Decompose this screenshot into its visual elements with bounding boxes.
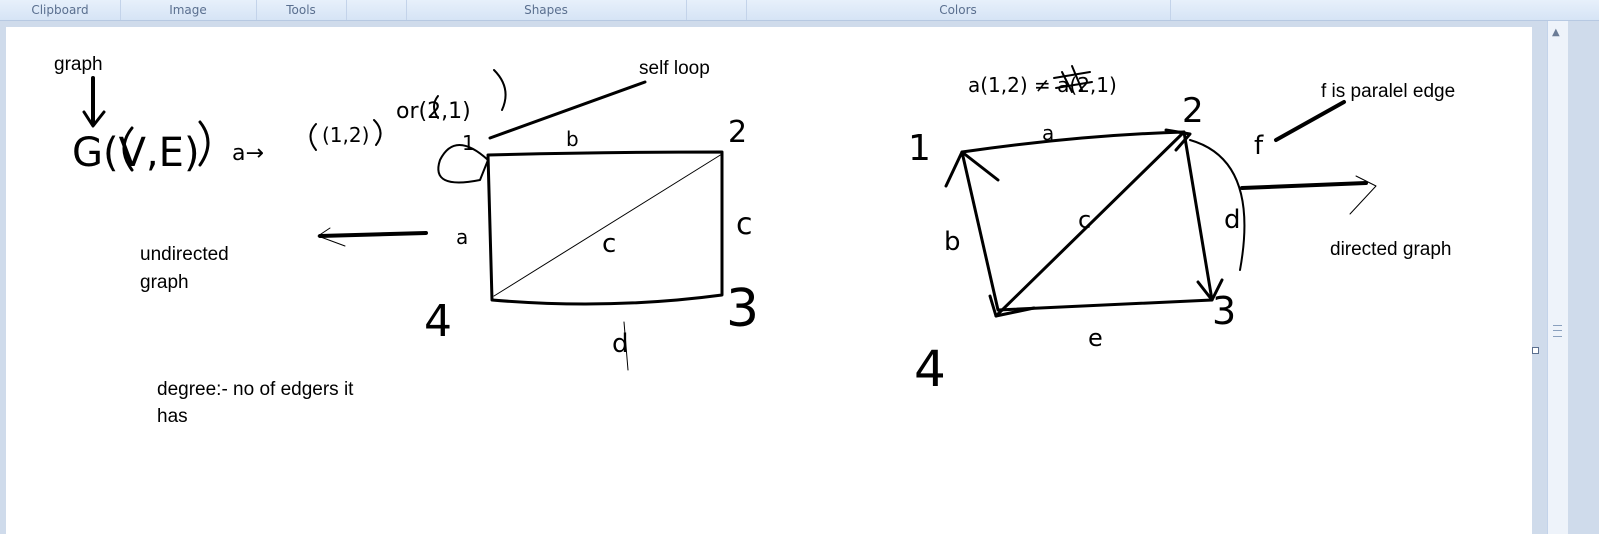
u-edge-b: b bbox=[566, 127, 579, 151]
u-node-1: 1 bbox=[462, 131, 475, 155]
u-edge-c-right: c bbox=[736, 207, 753, 242]
directed-arrowhead-node1 bbox=[944, 150, 1000, 188]
d-edge-b: b bbox=[944, 227, 961, 257]
d-node-1: 1 bbox=[908, 128, 931, 169]
u-edge-d: d bbox=[612, 329, 629, 359]
label-graph: graph bbox=[54, 54, 103, 75]
label-degree-has: has bbox=[157, 406, 188, 427]
u-edge-c-diag: c bbox=[602, 229, 616, 259]
hw-a-arrow: a→ bbox=[232, 141, 264, 166]
or-right-paren bbox=[493, 69, 507, 111]
label-parallel-edge: f is paralel edge bbox=[1321, 81, 1456, 102]
directed-pointer-arrow bbox=[1240, 181, 1368, 190]
right-paren bbox=[198, 120, 210, 167]
u-node-4: 4 bbox=[424, 296, 452, 347]
pair-right-paren bbox=[373, 119, 382, 146]
undirected-rectangle bbox=[486, 150, 724, 306]
d-node-3: 3 bbox=[1212, 289, 1236, 333]
pair-left-paren bbox=[309, 123, 317, 151]
hw-pair-12: (1,2) bbox=[322, 123, 369, 147]
d-edge-d: d bbox=[1224, 205, 1241, 235]
hw-or-21: or(2,1) bbox=[396, 99, 471, 124]
hw-g-letter: G(V,E) bbox=[72, 130, 200, 176]
d-edge-f: f bbox=[1254, 131, 1264, 161]
u-node-3: 3 bbox=[726, 279, 759, 339]
d-edge-e: e bbox=[1088, 324, 1103, 352]
d-edge-a: a bbox=[1042, 121, 1054, 145]
label-directed-graph: directed graph bbox=[1330, 239, 1452, 260]
label-undirected: undirected bbox=[140, 244, 229, 265]
d-node-4: 4 bbox=[914, 340, 946, 398]
u-edge-a: a bbox=[456, 225, 468, 249]
hw-pair-note: a(1,2) ≠ a(2,1) bbox=[968, 73, 1117, 97]
undirected-pointer-arrow bbox=[318, 231, 428, 238]
d-edge-c: c bbox=[1078, 206, 1091, 234]
parallel-edge-pointer-line bbox=[1274, 100, 1346, 142]
undirected-diagonal-edge-c bbox=[493, 153, 723, 297]
label-self-loop: self loop bbox=[639, 58, 710, 79]
label-undirected-graph: graph bbox=[140, 272, 189, 293]
u-node-2: 2 bbox=[728, 115, 747, 150]
label-degree: degree:- no of edgers it bbox=[157, 379, 354, 400]
d-node-2: 2 bbox=[1182, 91, 1204, 131]
